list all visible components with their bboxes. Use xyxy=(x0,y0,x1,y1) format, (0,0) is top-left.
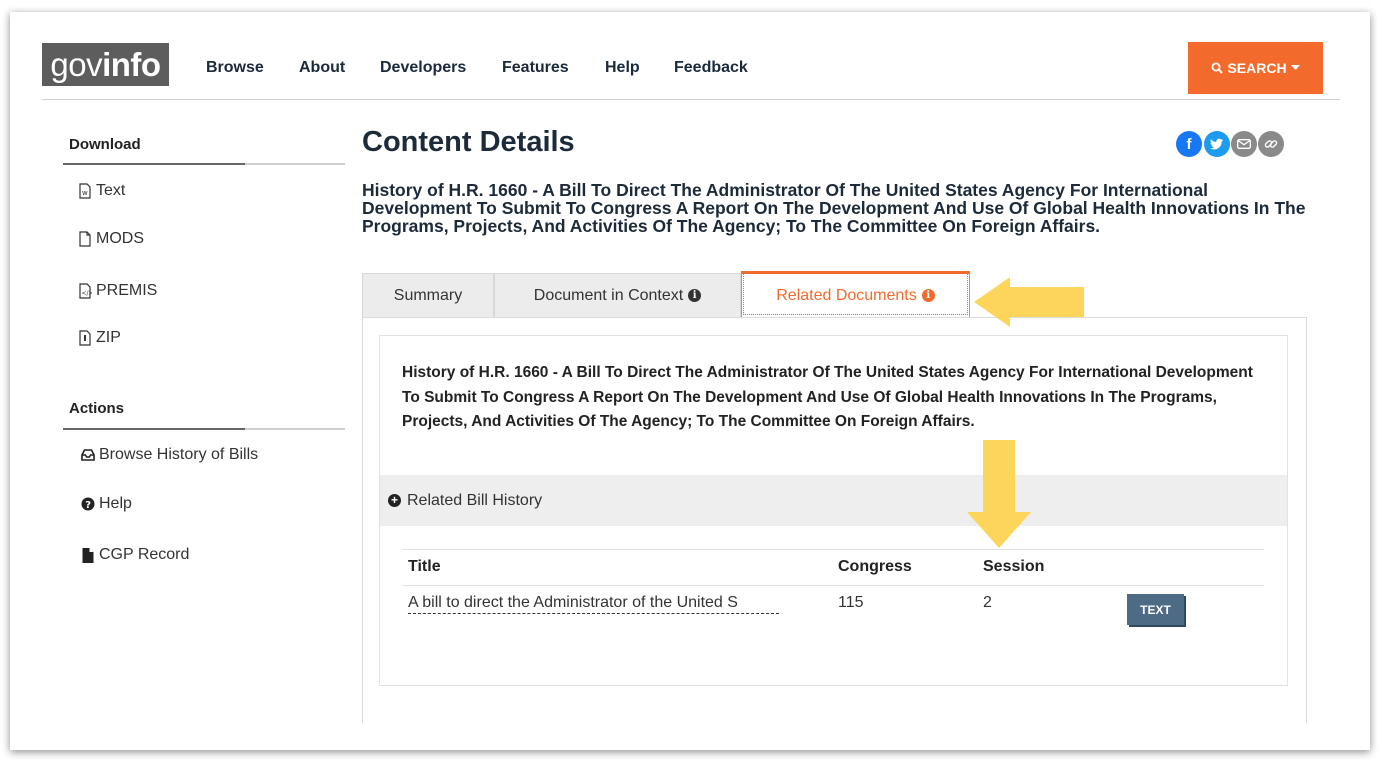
nav-developers[interactable]: Developers xyxy=(380,56,466,80)
download-text[interactable]: w Text xyxy=(78,182,125,200)
nav-help[interactable]: Help xyxy=(605,56,640,80)
info-icon: i xyxy=(688,289,702,302)
nav-about[interactable]: About xyxy=(299,56,345,80)
search-label: SEARCH xyxy=(1227,60,1287,76)
tab-document-in-context[interactable]: Document in Context i xyxy=(494,273,741,317)
column-header-session: Session xyxy=(983,558,1045,575)
table-header-divider xyxy=(402,585,1264,586)
document-title: History of H.R. 1660 - A Bill To Direct … xyxy=(362,180,1306,236)
facebook-icon[interactable]: f xyxy=(1176,131,1202,157)
download-heading: Download xyxy=(69,136,141,153)
table-top-border xyxy=(402,549,1264,550)
svg-text:w: w xyxy=(82,189,88,197)
arrow-down-icon xyxy=(967,440,1031,548)
tab-summary[interactable]: Summary xyxy=(362,273,494,317)
related-bill-history-accordion[interactable]: + Related Bill History xyxy=(380,475,1287,526)
svg-text:?: ? xyxy=(85,500,91,511)
session-value: 2 xyxy=(983,594,992,611)
nav-features[interactable]: Features xyxy=(502,56,569,80)
govinfo-logo[interactable]: govinfo xyxy=(42,43,169,86)
tab-related-documents[interactable]: Related Documents i xyxy=(741,271,970,317)
inbox-icon xyxy=(81,449,95,461)
header-divider xyxy=(42,99,1340,100)
column-header-congress: Congress xyxy=(838,558,912,575)
text-button[interactable]: TEXT xyxy=(1127,594,1184,625)
download-premis[interactable]: </> PREMIS xyxy=(78,282,157,300)
svg-text:</>: </> xyxy=(82,290,93,297)
nav-browse[interactable]: Browse xyxy=(206,56,264,80)
plus-circle-icon: + xyxy=(388,494,401,507)
file-icon xyxy=(79,231,91,247)
email-icon[interactable] xyxy=(1231,131,1257,157)
download-mods[interactable]: MODS xyxy=(78,230,144,248)
info-icon: i xyxy=(921,289,935,302)
actions-heading: Actions xyxy=(69,400,125,417)
twitter-icon[interactable] xyxy=(1204,131,1230,157)
download-zip[interactable]: ZIP xyxy=(78,329,121,347)
code-file-icon: </> xyxy=(79,283,93,299)
cgp-record-link[interactable]: CGP Record xyxy=(81,546,189,564)
download-divider xyxy=(63,163,345,165)
zip-file-icon xyxy=(79,330,91,346)
browse-history-of-bills-link[interactable]: Browse History of Bills xyxy=(81,446,258,464)
congress-value: 115 xyxy=(838,594,864,611)
bill-title-link[interactable]: A bill to direct the Administrator of th… xyxy=(408,594,779,614)
question-circle-icon: ? xyxy=(81,497,95,511)
link-icon[interactable] xyxy=(1258,131,1284,157)
caret-down-icon xyxy=(1290,65,1300,70)
search-icon xyxy=(1211,62,1224,74)
column-header-title: Title xyxy=(408,558,441,575)
card-document-title: History of H.R. 1660 - A Bill To Direct … xyxy=(402,364,1253,430)
accordion-label: Related Bill History xyxy=(407,491,543,509)
nav-feedback[interactable]: Feedback xyxy=(674,56,748,80)
word-file-icon: w xyxy=(79,183,91,199)
help-link[interactable]: ? Help xyxy=(81,495,132,513)
panel-border-left xyxy=(362,318,363,723)
page-title: Content Details xyxy=(362,126,575,158)
search-button[interactable]: SEARCH xyxy=(1188,42,1323,94)
actions-divider xyxy=(63,428,345,430)
document-icon xyxy=(82,547,94,563)
panel-border-right xyxy=(1306,318,1307,723)
arrow-left-icon xyxy=(974,277,1084,327)
tabs-divider xyxy=(362,317,1307,318)
